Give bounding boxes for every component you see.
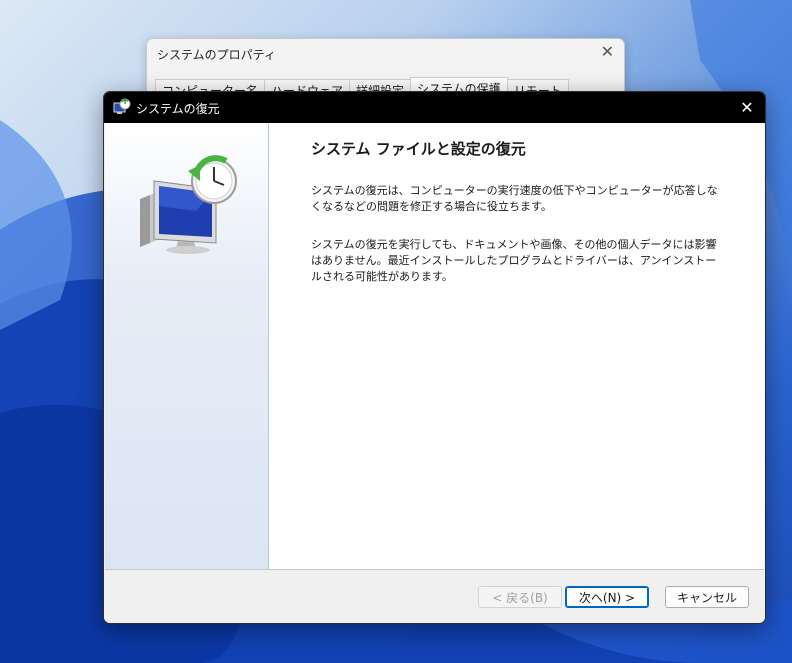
page-heading: システム ファイルと設定の復元 <box>311 140 526 158</box>
dialog-content: システム ファイルと設定の復元 システムの復元は、コンピューターの実行速度の低下… <box>105 123 764 570</box>
main-text-area: システム ファイルと設定の復元 システムの復元は、コンピューターの実行速度の低下… <box>311 138 721 283</box>
close-icon[interactable]: ✕ <box>729 92 765 123</box>
dialog-title: システムの復元 <box>136 102 220 116</box>
system-restore-dialog: システムの復元 ✕ システム ファイルと設定の復元 システムの復元は、コンピュー… <box>103 91 766 624</box>
system-restore-icon <box>113 98 131 114</box>
back-button[interactable]: < 戻る(B) <box>478 586 562 608</box>
title-bar: システムの復元 ✕ <box>104 92 765 123</box>
description-paragraph-2: システムの復元を実行しても、ドキュメントや画像、その他の個人データには影響はあり… <box>311 238 717 283</box>
button-bar: < 戻る(B) 次へ(N) > キャンセル <box>104 570 765 623</box>
description-paragraph-1: システムの復元は、コンピューターの実行速度の低下やコンピューターが応答しなくなる… <box>311 184 718 213</box>
cancel-button[interactable]: キャンセル <box>665 586 749 608</box>
system-properties-title: システムのプロパティ <box>157 48 276 62</box>
monitor-clock-illustration <box>140 155 237 254</box>
illustration-pane <box>105 123 269 569</box>
next-button[interactable]: 次へ(N) > <box>565 586 649 608</box>
close-icon[interactable]: ✕ <box>601 42 614 61</box>
